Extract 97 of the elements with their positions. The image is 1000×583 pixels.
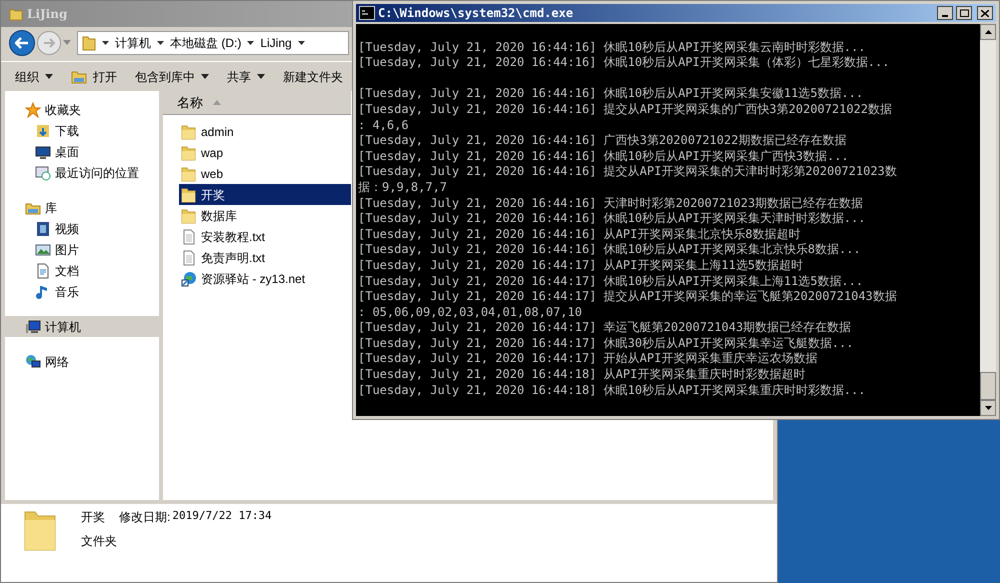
folder-icon [181, 144, 197, 160]
star-icon [25, 102, 41, 118]
console-line: [Tuesday, July 21, 2020 16:44:16] 提交从API开奖网采集的天津时时彩第20200721023数 [358, 164, 897, 180]
window-title: LiJing [27, 6, 68, 23]
maximize-button[interactable] [956, 6, 972, 20]
console-line: [Tuesday, July 21, 2020 16:44:17] 开始从API开奖网采集重庆幸运农场数据 [358, 351, 818, 368]
file-name: 开奖 [81, 509, 105, 526]
toolbar-button[interactable]: 组织 [15, 68, 53, 86]
console-line: : 4,6,6 [358, 118, 409, 134]
file-item[interactable]: 资源驿站 - zy13.net [179, 268, 351, 289]
console-line: [Tuesday, July 21, 2020 16:44:16] 从API开奖网采集北京快乐8数据超时 [358, 226, 801, 242]
nav-item[interactable]: 视频 [5, 218, 159, 239]
toolbar-button[interactable]: 打开 [71, 68, 117, 86]
nav-item[interactable]: 文档 [5, 260, 159, 281]
file-item[interactable]: admin [179, 121, 351, 142]
console-line: [Tuesday, July 21, 2020 16:44:17] 休眠10秒后从API开奖网采集上海11选5数据... [358, 274, 864, 290]
console-line: [Tuesday, July 21, 2020 16:44:16] 天津时时彩第20200721023期数据已经存在数据 [358, 196, 864, 212]
folder-icon [181, 166, 197, 182]
console-line: [Tuesday, July 21, 2020 16:44:17] 幸运飞艇第20200721043期数据已经存在数据 [358, 320, 852, 336]
file-item[interactable]: 安装教程.txt [179, 226, 351, 247]
nav-item[interactable]: 桌面 [5, 141, 159, 162]
folder-icon [9, 7, 23, 21]
breadcrumb-item[interactable]: 计算机 [115, 34, 151, 52]
caret-icon[interactable] [102, 41, 109, 45]
folder-icon [181, 186, 197, 202]
monitor-icon [35, 144, 51, 160]
console-line: 据：9,9,8,7,7 [358, 180, 448, 196]
console-line: [Tuesday, July 21, 2020 16:44:17] 提交从API开奖网采集的幸运飞艇第20200721043数据 [358, 289, 897, 305]
down-arrow-icon[interactable] [984, 406, 992, 410]
date-value: 2019/7/22 17:34 [172, 508, 272, 524]
console-line: [Tuesday, July 21, 2020 16:44:16] 休眠10秒后从API开奖网采集（体彩）七星彩数据... [358, 55, 890, 71]
caret-icon[interactable] [247, 41, 254, 45]
nav-item[interactable]: 最近访问的位置 [5, 162, 159, 183]
console-line: [Tuesday, July 21, 2020 16:44:16] 提交从API开奖网采集的广西快3第20200721022数据 [358, 102, 892, 118]
file-item[interactable]: web [179, 163, 351, 184]
console-line: : 05,06,09,02,03,04,01,08,07,10 [358, 304, 582, 320]
caret-icon[interactable] [157, 41, 164, 45]
console-line: [Tuesday, July 21, 2020 16:44:18] 从API开奖网采集重庆时时彩数据超时 [358, 367, 806, 383]
network-icon [25, 354, 41, 370]
nav-item[interactable]: 音乐 [5, 281, 159, 302]
file-item[interactable]: 免责声明.txt [179, 247, 351, 268]
up-arrow-icon[interactable] [984, 30, 992, 34]
date-label: 修改日期: [119, 509, 170, 526]
console-line: [Tuesday, July 21, 2020 16:44:16] 休眠10秒后从API开奖网采集天津时时彩数据... [358, 211, 866, 227]
toolbar-button[interactable]: 共享 [227, 68, 265, 86]
console-line: [Tuesday, July 21, 2020 16:44:18] 休眠10秒后从API开奖网采集重庆时时彩数据... [358, 382, 866, 398]
console-icon [359, 6, 375, 20]
console-line: [Tuesday, July 21, 2020 16:44:16] 广西快3第20200721022期数据已经存在数据 [358, 133, 846, 149]
console-line: [Tuesday, July 21, 2020 16:44:16] 休眠10秒后从API开奖网采集安徽11选5数据... [358, 86, 864, 102]
minimize-button[interactable] [937, 6, 953, 20]
back-button[interactable] [9, 30, 35, 56]
toolbar-button[interactable]: 新建文件夹 [283, 68, 343, 86]
console-line: [Tuesday, July 21, 2020 16:44:16] 休眠10秒后从API开奖网采集广西快3数据... [358, 148, 849, 164]
nav-item[interactable]: 计算机 [5, 316, 159, 337]
nav-item[interactable]: 收藏夹 [5, 99, 159, 120]
globe-icon [181, 270, 197, 286]
caret-icon [45, 74, 53, 79]
caret-icon[interactable] [298, 41, 305, 45]
text-file-icon [181, 228, 197, 244]
breadcrumb-item[interactable]: 本地磁盘 (D:) [170, 34, 242, 52]
console-line: [Tuesday, July 21, 2020 16:44:17] 休眠30秒后从API开奖网采集幸运飞艇数据... [358, 336, 854, 352]
nav-item[interactable]: 库 [5, 197, 159, 218]
download-folder-icon [35, 122, 51, 138]
console-line: [Tuesday, July 21, 2020 16:44:17] 从API开奖网采集上海11选5数据超时 [358, 258, 803, 274]
maximize-icon [960, 9, 968, 17]
left-arrow-icon [15, 37, 29, 49]
breadcrumb-item[interactable]: LiJing [260, 34, 292, 52]
close-icon [981, 10, 989, 16]
sort-arrow-icon [213, 100, 221, 105]
file-item[interactable]: 数据库 [179, 205, 351, 226]
folder-icon [71, 70, 87, 84]
console-line: [Tuesday, July 21, 2020 16:44:16] 休眠10秒后从API开奖网采集云南时时彩数据... [358, 40, 866, 56]
computer-icon [25, 318, 41, 334]
nav-item[interactable]: 网络 [5, 351, 159, 372]
folder-icon [181, 208, 197, 224]
picture-icon [35, 242, 51, 258]
scroll-thumb[interactable] [980, 372, 996, 400]
text-file-icon [181, 250, 197, 266]
minimize-icon [942, 15, 948, 17]
close-button[interactable] [977, 6, 993, 20]
caret-icon [257, 74, 265, 79]
nav-item[interactable]: 图片 [5, 239, 159, 260]
scrollbar[interactable] [980, 24, 996, 416]
console-line: [Tuesday, July 21, 2020 16:44:16] 休眠10秒后从API开奖网采集北京快乐8数据... [358, 242, 861, 258]
folder-icon [181, 124, 197, 140]
toolbar-button[interactable]: 包含到库中 [135, 68, 209, 86]
right-arrow-icon [43, 38, 55, 48]
window-title: C:\Windows\system32\cmd.exe [378, 5, 574, 22]
address-bar[interactable]: 计算机 本地磁盘 (D:) LiJing [77, 31, 349, 55]
caret-icon [201, 74, 209, 79]
file-item[interactable]: 开奖 [179, 184, 351, 205]
file-type: 文件夹 [81, 533, 118, 550]
nav-item[interactable]: 下载 [5, 120, 159, 141]
column-header[interactable]: 名称 [163, 91, 351, 115]
folder-icon [82, 35, 96, 51]
file-item[interactable]: wap [179, 142, 351, 163]
document-icon [35, 262, 51, 278]
